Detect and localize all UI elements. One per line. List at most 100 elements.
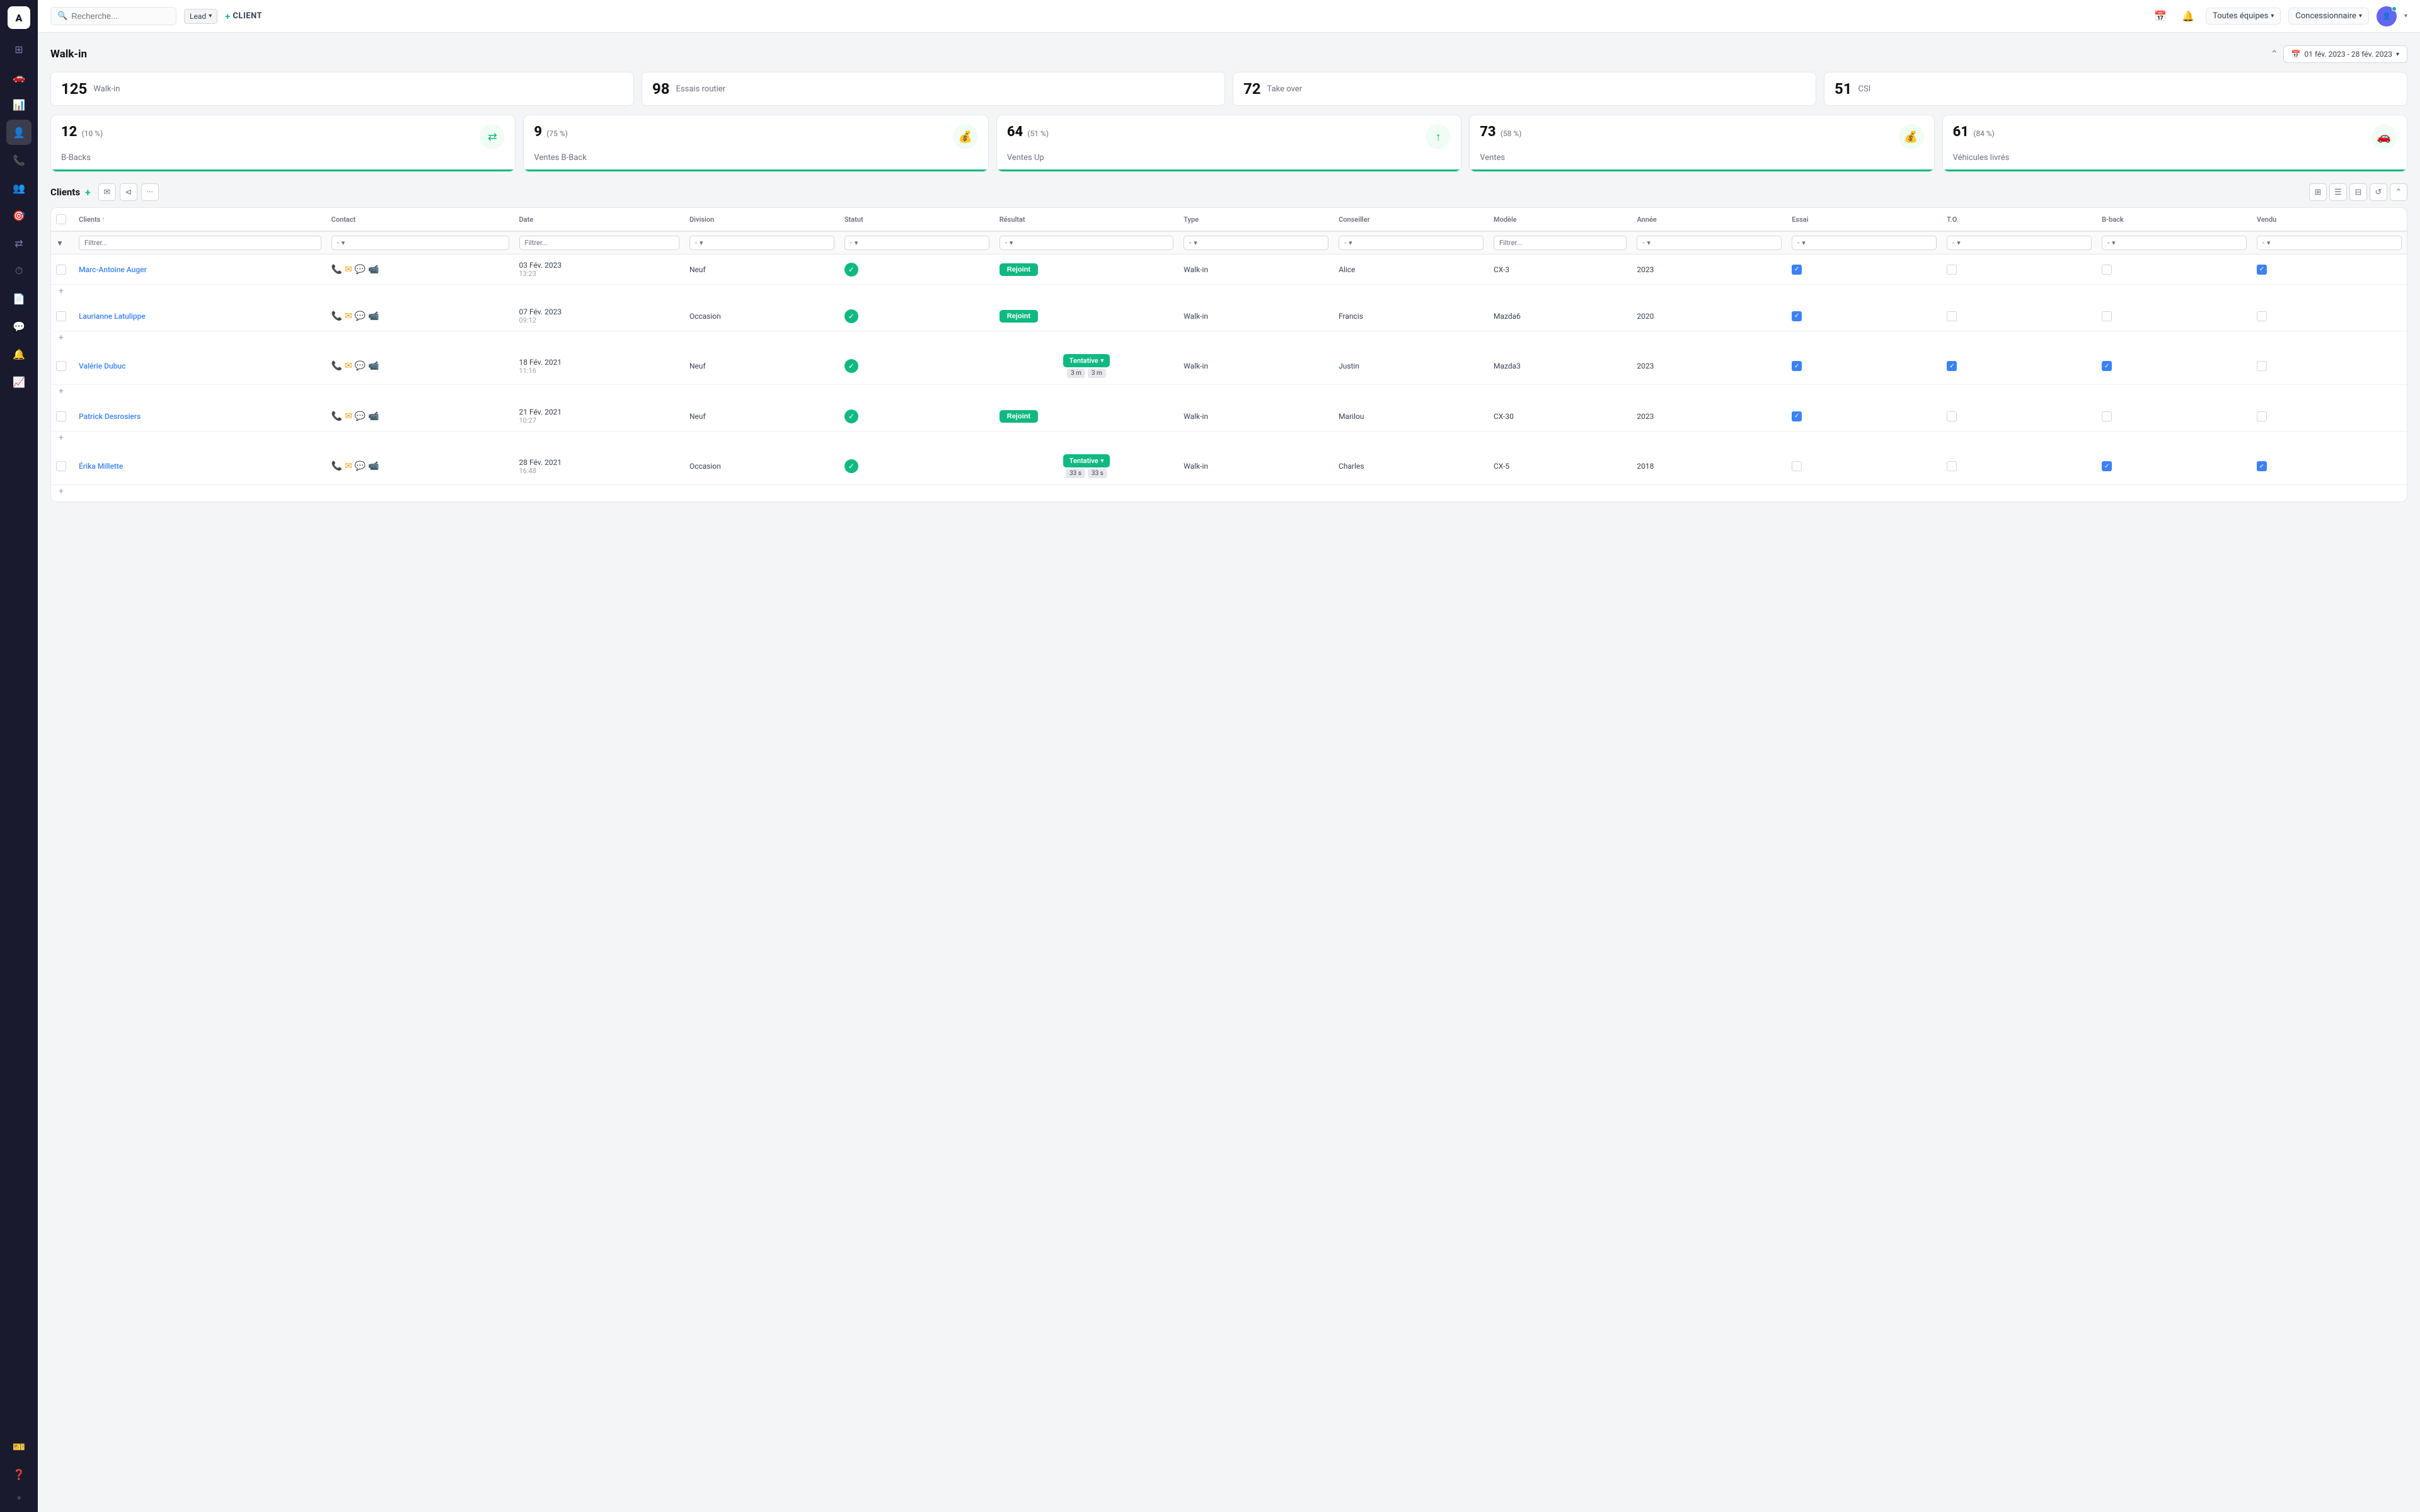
row3-client-link[interactable]: Valérie Dubuc <box>79 362 125 370</box>
sidebar-expand[interactable]: » <box>13 1489 25 1506</box>
email-icon[interactable]: ✉ <box>345 361 352 371</box>
share-action-button[interactable]: ⊲ <box>120 183 137 201</box>
row4-bback-checkbox[interactable] <box>2102 411 2112 421</box>
row3-checkbox[interactable] <box>56 361 66 371</box>
sidebar-item-dashboard[interactable]: ⊞ <box>6 37 32 62</box>
row3-bback-checkbox[interactable]: ✓ <box>2102 361 2112 371</box>
grid-view-button[interactable]: ⊞ <box>2309 183 2327 201</box>
team-selector[interactable]: Toutes équipes ▾ <box>2206 8 2281 25</box>
row3-add-button[interactable]: + <box>56 384 66 399</box>
row2-add-button[interactable]: + <box>56 330 66 345</box>
add-client-button[interactable]: + CLIENT <box>225 11 262 22</box>
calendar-icon[interactable]: 📅 <box>2150 6 2170 26</box>
row4-to-checkbox[interactable] <box>1947 411 1957 421</box>
row4-add-button[interactable]: + <box>56 430 66 445</box>
email-icon[interactable]: ✉ <box>345 265 352 275</box>
row5-to-checkbox[interactable] <box>1947 461 1957 471</box>
sidebar-item-group[interactable]: 👥 <box>6 175 32 200</box>
row1-add-button[interactable]: + <box>56 284 66 299</box>
sidebar-item-phone[interactable]: 📞 <box>6 147 32 173</box>
video-icon[interactable]: 📹 <box>368 265 379 275</box>
filter-statut-select[interactable]: - ▾ <box>844 236 989 250</box>
row1-to-checkbox[interactable] <box>1947 265 1957 275</box>
add-row-button[interactable]: + <box>85 186 91 198</box>
filter-modele-input[interactable]: Filtrer... <box>1494 236 1627 250</box>
row4-essai-checkbox[interactable]: ✓ <box>1792 411 1802 421</box>
video-icon[interactable]: 📹 <box>368 361 379 371</box>
filter-to-select[interactable]: - ▾ <box>1947 236 2092 250</box>
row1-result-button[interactable]: Rejoint <box>1000 263 1038 276</box>
sidebar-item-clock[interactable]: ⏱ <box>6 258 32 284</box>
sidebar-item-target[interactable]: 🎯 <box>6 203 32 228</box>
row2-essai-checkbox[interactable]: ✓ <box>1792 311 1802 321</box>
filter-conseiller-select[interactable]: - ▾ <box>1339 236 1484 250</box>
video-icon[interactable]: 📹 <box>368 461 379 471</box>
filter-division-select[interactable]: - ▾ <box>689 236 834 250</box>
row3-to-checkbox[interactable]: ✓ <box>1947 361 1957 371</box>
sidebar-item-shuffle[interactable]: ⇄ <box>6 231 32 256</box>
search-input[interactable] <box>71 11 159 21</box>
row1-vendu-checkbox[interactable]: ✓ <box>2257 265 2267 275</box>
th-clients[interactable]: Clients <box>74 208 326 231</box>
sidebar-logo[interactable]: A <box>8 6 30 29</box>
more-action-button[interactable]: ··· <box>141 183 159 201</box>
sidebar-item-bell[interactable]: 🔔 <box>6 341 32 367</box>
email-icon[interactable]: ✉ <box>345 411 352 421</box>
date-range-selector[interactable]: 📅 01 fév. 2023 - 28 fév. 2023 ▾ <box>2283 45 2407 63</box>
email-icon[interactable]: ✉ <box>345 461 352 471</box>
collapse-table-button[interactable]: ⌃ <box>2390 183 2407 201</box>
sidebar-item-car[interactable]: 🚗 <box>6 64 32 89</box>
chat-icon[interactable]: 💬 <box>355 311 366 321</box>
row3-essai-checkbox[interactable]: ✓ <box>1792 361 1802 371</box>
row1-checkbox[interactable] <box>56 265 66 275</box>
row2-result-button[interactable]: Rejoint <box>1000 310 1038 323</box>
filter-contact-select[interactable]: - ▾ <box>331 236 509 250</box>
sidebar-item-chart2[interactable]: 📈 <box>6 369 32 394</box>
sidebar-item-chart[interactable]: 📊 <box>6 92 32 117</box>
row2-checkbox[interactable] <box>56 311 66 321</box>
row5-client-link[interactable]: Érika Millette <box>79 462 123 471</box>
chat-icon[interactable]: 💬 <box>355 265 366 275</box>
filter-essai-select[interactable]: - ▾ <box>1792 236 1937 250</box>
filter-bback-select[interactable]: - ▾ <box>2102 236 2247 250</box>
sort-clients[interactable]: Clients <box>79 215 105 224</box>
chat-icon[interactable]: 💬 <box>355 411 366 421</box>
row1-client-link[interactable]: Marc-Antoine Auger <box>79 265 147 274</box>
row2-client-link[interactable]: Laurianne Latulippe <box>79 312 146 321</box>
row5-add-button[interactable]: + <box>56 484 66 499</box>
chat-icon[interactable]: 💬 <box>355 461 366 471</box>
sidebar-item-chat[interactable]: 💬 <box>6 314 32 339</box>
refresh-button[interactable]: ↺ <box>2370 183 2387 201</box>
row5-checkbox[interactable] <box>56 461 66 471</box>
collapse-button[interactable]: ⌃ <box>2271 49 2278 59</box>
lead-selector[interactable]: Lead ▾ <box>184 9 217 24</box>
row4-result-button[interactable]: Rejoint <box>1000 410 1038 423</box>
filter-vendu-select[interactable]: - ▾ <box>2257 236 2402 250</box>
row4-checkbox[interactable] <box>56 411 66 421</box>
search-box[interactable]: 🔍 <box>50 7 176 25</box>
row1-bback-checkbox[interactable] <box>2102 265 2112 275</box>
row3-vendu-checkbox[interactable] <box>2257 361 2267 371</box>
list-view-button[interactable]: ☰ <box>2329 183 2347 201</box>
filter-date-input[interactable]: Filtrer... <box>519 236 679 250</box>
phone-icon[interactable]: 📞 <box>331 265 342 275</box>
email-icon[interactable]: ✉ <box>345 311 352 321</box>
phone-icon[interactable]: 📞 <box>331 311 342 321</box>
sidebar-item-help[interactable]: ❓ <box>6 1462 32 1487</box>
dealer-selector[interactable]: Concessionnaire ▾ <box>2288 8 2369 25</box>
chat-icon[interactable]: 💬 <box>355 361 366 371</box>
row2-to-checkbox[interactable] <box>1947 311 1957 321</box>
row3-tentative-button[interactable]: Tentative ▾ <box>1063 354 1110 367</box>
avatar-chevron-icon[interactable]: ▾ <box>2404 13 2407 20</box>
row5-bback-checkbox[interactable]: ✓ <box>2102 461 2112 471</box>
phone-icon[interactable]: 📞 <box>331 361 342 371</box>
filter-clients-input[interactable]: Filtrer... <box>79 236 321 250</box>
sidebar-item-ticket[interactable]: 🎫 <box>6 1434 32 1459</box>
email-action-button[interactable]: ✉ <box>98 183 116 201</box>
sidebar-item-doc[interactable]: 📄 <box>6 286 32 311</box>
video-icon[interactable]: 📹 <box>368 311 379 321</box>
notification-icon[interactable]: 🔔 <box>2178 6 2198 26</box>
row5-tentative-button[interactable]: Tentative ▾ <box>1063 454 1110 467</box>
sidebar-item-person[interactable]: 👤 <box>6 120 32 145</box>
filter-resultat-select[interactable]: - ▾ <box>1000 236 1173 250</box>
